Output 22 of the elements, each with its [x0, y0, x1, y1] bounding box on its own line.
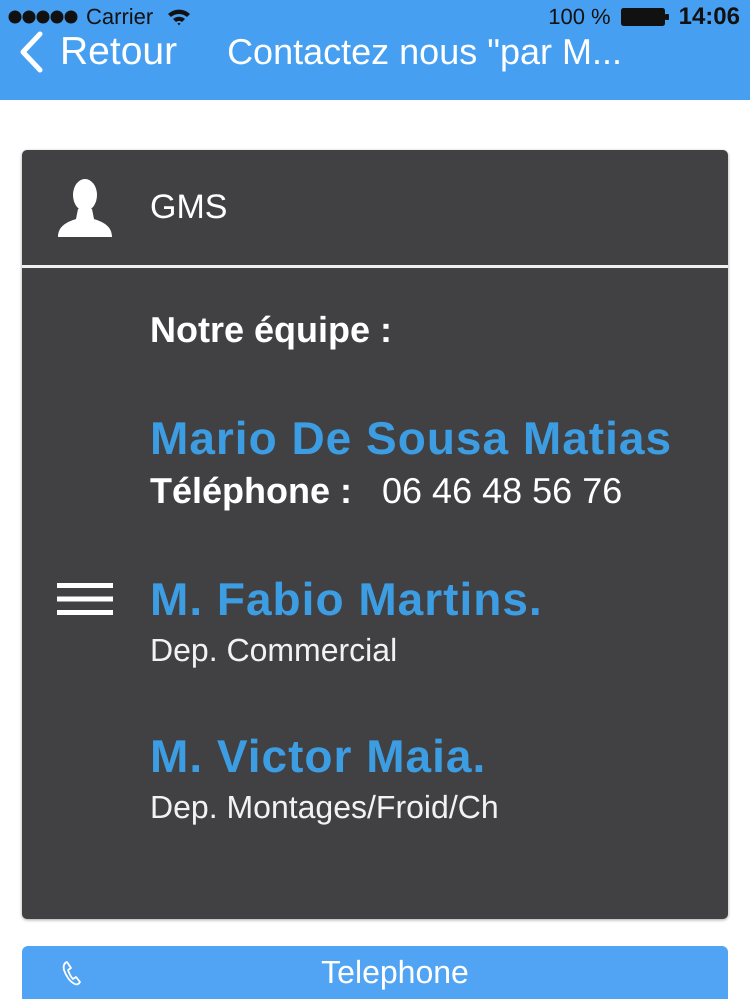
contact-name: Mario De Sousa Matias [150, 411, 672, 465]
battery-icon [620, 8, 669, 26]
section-title: Notre équipe : [150, 308, 394, 352]
nav-title: Contactez nous "par M... [227, 34, 622, 70]
back-button[interactable]: Retour [0, 31, 178, 73]
card-title: GMS [150, 188, 228, 227]
contact-name: M. Victor Maia. [150, 729, 486, 783]
department-label: Dep. Commercial [150, 631, 398, 670]
chevron-icon [18, 31, 44, 73]
menu-icon[interactable] [57, 583, 113, 615]
phone-number: 06 46 48 56 76 [382, 469, 622, 513]
status-time: 14:06 [678, 3, 740, 31]
person-icon [57, 178, 113, 236]
phone-icon [62, 960, 82, 986]
telephone-button[interactable]: Telephone [22, 946, 728, 999]
battery-percent: 100 % [548, 4, 611, 30]
phone-label: Téléphone : [150, 469, 352, 513]
contact-name: M. Fabio Martins. [150, 572, 543, 626]
department-label: Dep. Montages/Froid/Ch [150, 788, 499, 827]
carrier-label: Carrier [86, 4, 154, 30]
wifi-icon [167, 8, 192, 26]
signal-strength-icon [8, 10, 78, 24]
